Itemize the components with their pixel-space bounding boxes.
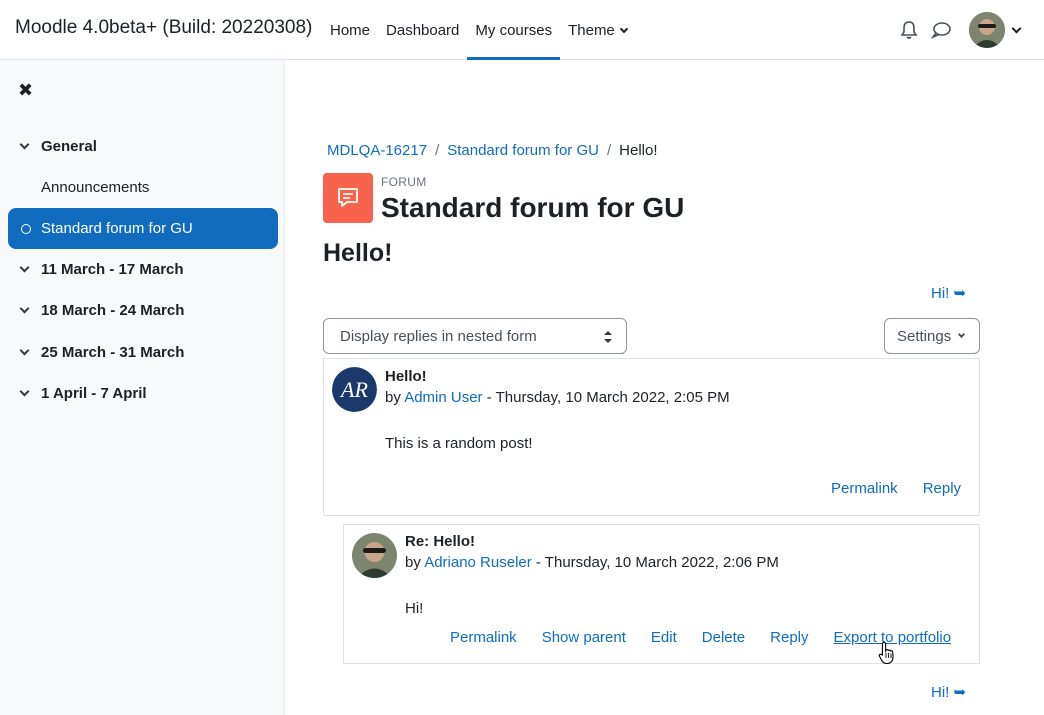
section-week-3[interactable]: 25 March - 31 March (18, 332, 184, 372)
discussion-title: Hello! (323, 239, 393, 267)
nav-dashboard[interactable]: Dashboard (378, 0, 467, 60)
section-label: 25 March - 31 March (41, 343, 185, 361)
page-title: Standard forum for GU (381, 192, 685, 223)
settings-label: Settings (897, 327, 952, 345)
post-date: - Thursday, 10 March 2022, 2:05 PM (482, 389, 730, 406)
close-icon[interactable]: ✖ (18, 80, 33, 101)
section-general[interactable]: General (18, 126, 97, 166)
author-link[interactable]: Admin User (404, 389, 482, 406)
breadcrumb: MDLQA-16217 / Standard forum for GU / He… (327, 142, 658, 159)
chevron-down-icon[interactable] (19, 345, 30, 355)
section-label: 18 March - 24 March (41, 301, 185, 319)
chevron-down-icon[interactable] (1011, 23, 1022, 34)
chat-icon[interactable] (931, 21, 951, 39)
display-mode-value: Display replies in nested form (340, 327, 537, 345)
bell-icon[interactable] (900, 20, 918, 40)
author-avatar[interactable]: AR (332, 367, 377, 412)
svg-text:AR: AR (339, 377, 368, 402)
next-discussion-link[interactable]: Hi! ➥ (931, 284, 966, 302)
post-actions: Permalink Show parent Edit Delete Reply … (450, 629, 951, 646)
nav-theme[interactable]: Theme (560, 0, 635, 60)
post-body: Hi! (405, 600, 424, 617)
breadcrumb-forum[interactable]: Standard forum for GU (447, 142, 599, 159)
hand-cursor-icon (878, 641, 894, 665)
permalink-link[interactable]: Permalink (831, 480, 898, 497)
course-item-announcements[interactable]: Announcements (41, 179, 149, 196)
post-body: This is a random post! (385, 435, 533, 452)
post-subject: Hello! (385, 368, 427, 385)
site-brand[interactable]: Moodle 4.0beta+ (Build: 20220308) (15, 17, 312, 39)
breadcrumb-separator: / (435, 142, 440, 159)
navbar: Moodle 4.0beta+ (Build: 20220308) Home D… (0, 0, 1044, 60)
display-mode-select[interactable]: Display replies in nested form (323, 318, 627, 354)
section-label: 1 April - 7 April (41, 384, 147, 402)
breadcrumb-current: Hello! (619, 142, 658, 159)
post-byline: by Adriano Ruseler - Thursday, 10 March … (405, 554, 779, 571)
settings-button[interactable]: Settings (884, 318, 980, 354)
select-arrows-icon (604, 331, 612, 343)
course-item-standard-forum[interactable]: Standard forum for GU (8, 208, 278, 249)
chevron-down-icon (958, 330, 966, 339)
next-discussion-link[interactable]: Hi! ➥ (931, 683, 966, 701)
primary-navigation: Home Dashboard My courses Theme (322, 0, 635, 60)
section-week-2[interactable]: 18 March - 24 March (18, 290, 184, 330)
breadcrumb-course[interactable]: MDLQA-16217 (327, 142, 427, 159)
activity-type-label: FORUM (381, 175, 427, 189)
byline-by: by (405, 554, 421, 571)
chevron-down-icon[interactable] (19, 139, 30, 149)
section-label: 11 March - 17 March (41, 260, 184, 278)
post-byline: by Admin User - Thursday, 10 March 2022,… (385, 389, 730, 406)
chevron-down-icon[interactable] (19, 303, 30, 313)
byline-by: by (385, 389, 401, 406)
section-week-4[interactable]: 1 April - 7 April (18, 373, 147, 413)
nav-my-courses[interactable]: My courses (467, 0, 560, 60)
section-week-1[interactable]: 11 March - 17 March (18, 249, 184, 289)
nav-theme-label: Theme (568, 21, 615, 39)
nav-home[interactable]: Home (322, 0, 378, 60)
user-avatar[interactable] (969, 12, 1005, 48)
edit-link[interactable]: Edit (651, 629, 677, 646)
post-subject: Re: Hello! (405, 533, 476, 550)
post-actions: Permalink Reply (831, 480, 961, 497)
delete-link[interactable]: Delete (702, 629, 745, 646)
circle-icon (21, 223, 31, 234)
course-item-label: Standard forum for GU (41, 220, 193, 237)
forum-icon (323, 173, 373, 223)
show-parent-link[interactable]: Show parent (542, 629, 626, 646)
permalink-link[interactable]: Permalink (450, 629, 517, 646)
author-avatar[interactable] (352, 533, 397, 578)
breadcrumb-separator: / (606, 142, 612, 159)
author-link[interactable]: Adriano Ruseler (424, 554, 532, 571)
chevron-down-icon[interactable] (19, 262, 30, 272)
reply-link[interactable]: Reply (770, 629, 808, 646)
reply-link[interactable]: Reply (923, 480, 961, 497)
chevron-down-icon (619, 24, 629, 33)
section-label: General (41, 137, 97, 155)
post-date: - Thursday, 10 March 2022, 2:06 PM (531, 554, 779, 571)
chevron-down-icon[interactable] (19, 386, 30, 396)
